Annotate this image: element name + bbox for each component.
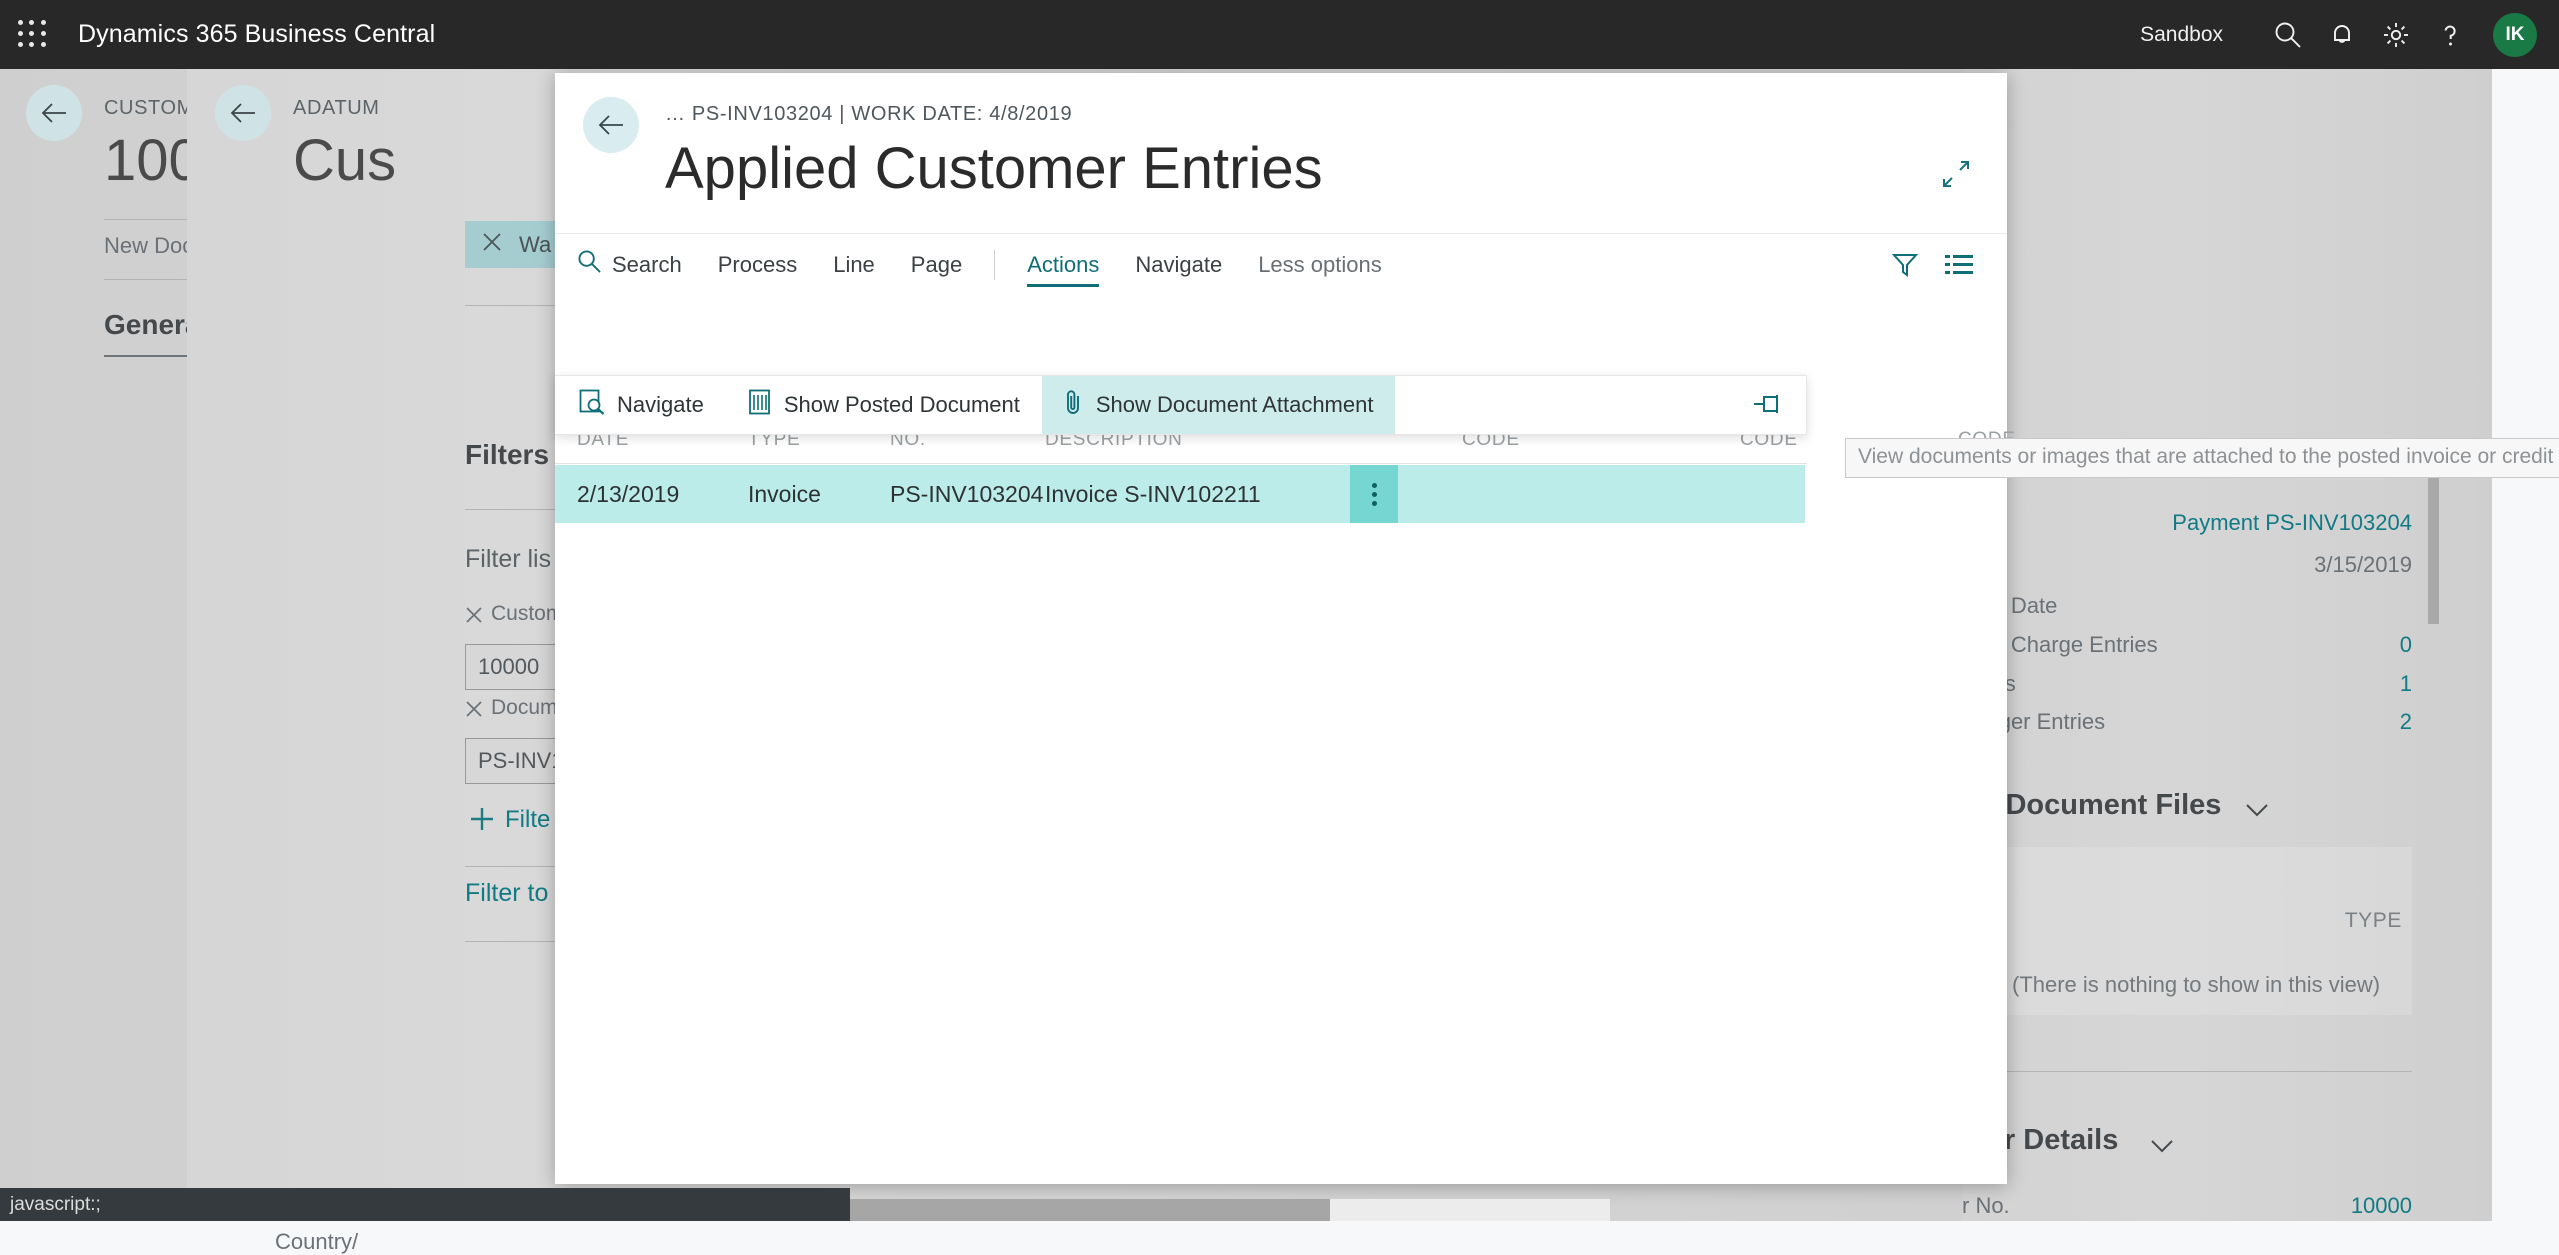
dialog-header: … PS-INV103204 | WORK DATE: 4/8/2019 App…	[555, 73, 2007, 243]
row-options-handle[interactable]	[1350, 465, 1398, 523]
tab-actions[interactable]: Actions	[1009, 234, 1117, 295]
plus-icon[interactable]	[469, 806, 495, 837]
chevron-down-icon-docs[interactable]	[2245, 803, 2269, 822]
filter-label-customer: Custom	[491, 602, 563, 626]
more-options-icon	[1372, 483, 1377, 506]
paperclip-icon	[1064, 388, 1084, 422]
cell-date: 2/13/2019	[577, 465, 679, 523]
breadcrumb-layer1: CUSTOMI	[104, 97, 200, 120]
ribbon-page[interactable]: Page	[893, 234, 980, 295]
factbox-row-value-ledger-entries[interactable]: 2	[1962, 709, 2412, 735]
factbox-row-value-entries[interactable]: 1	[1962, 671, 2412, 697]
filter-icon[interactable]	[1883, 243, 1927, 287]
expand-dialog-icon[interactable]	[1941, 159, 1971, 194]
ribbon-process[interactable]: Process	[700, 234, 815, 295]
ribbon-line[interactable]: Line	[815, 234, 893, 295]
warning-text: Wa	[519, 232, 551, 258]
grid-header-divider	[555, 463, 1807, 464]
dialog-title: Applied Customer Entries	[665, 135, 1323, 202]
table-row[interactable]: 2/13/2019 Invoice PS-INV103204 Invoice S…	[555, 465, 1805, 523]
action-show-posted-document-label: Show Posted Document	[784, 392, 1020, 418]
less-options-toggle[interactable]: Less options	[1240, 234, 1400, 295]
action-show-posted-document[interactable]: Show Posted Document	[726, 376, 1042, 434]
action-show-document-attachment[interactable]: Show Document Attachment	[1042, 376, 1396, 434]
action-show-document-attachment-label: Show Document Attachment	[1096, 392, 1374, 418]
ribbon-divider	[994, 250, 995, 280]
app-title: Dynamics 365 Business Central	[78, 20, 435, 49]
filter-totals-link[interactable]: Filter to	[465, 879, 548, 908]
global-top-navigation: Dynamics 365 Business Central Sandbox IK	[0, 0, 2559, 69]
back-button-layer1[interactable]	[26, 85, 82, 141]
docs-empty-message: (There is nothing to show in this view)	[2012, 972, 2380, 998]
tab-navigate[interactable]: Navigate	[1117, 234, 1240, 295]
search-icon[interactable]	[2261, 8, 2315, 62]
divider	[1962, 1071, 2412, 1072]
cell-type: Invoice	[748, 465, 821, 523]
avatar[interactable]: IK	[2493, 13, 2537, 57]
action-tooltip: View documents or images that are attach…	[1845, 438, 2559, 478]
horizontal-scrollbar-thumb[interactable]	[850, 1199, 1330, 1221]
bell-icon[interactable]	[2315, 8, 2369, 62]
dialog-ribbon: Search Process Line Page Actions Navigat…	[555, 233, 2007, 295]
actions-toolbar: Navigate Show Posted Document Show Docum…	[555, 375, 1807, 435]
environment-label: Sandbox	[2140, 23, 2223, 47]
document-icon	[748, 389, 772, 421]
close-icon[interactable]	[481, 231, 503, 258]
chevron-down-icon-customer[interactable]	[2150, 1139, 2174, 1158]
ribbon-search[interactable]: Search	[555, 234, 700, 295]
browser-status-bar: javascript:;	[0, 1188, 850, 1221]
breadcrumb-layer2: ADATUM	[293, 97, 380, 120]
cell-no: PS-INV103204	[890, 465, 1043, 523]
new-document-link[interactable]: New Doc	[104, 233, 193, 259]
dialog-back-button[interactable]	[583, 97, 639, 153]
ribbon-search-label: Search	[612, 252, 682, 278]
search-icon	[577, 249, 602, 280]
pin-icon	[1750, 392, 1782, 418]
pin-actions-button[interactable]	[1750, 392, 1806, 418]
filters-title: Filters	[465, 439, 549, 471]
field-label-country: Country/	[275, 1229, 358, 1255]
navigate-search-icon	[579, 389, 605, 421]
factbox-scrollbar-thumb[interactable]	[2428, 464, 2439, 624]
remove-filter-icon-1[interactable]	[465, 606, 483, 629]
factbox-row-value-fin-charge[interactable]: 0	[1962, 632, 2412, 658]
list-view-icon[interactable]	[1937, 243, 1981, 287]
docs-column-type: TYPE	[1962, 909, 2402, 933]
customer-no-value[interactable]: 10000	[1962, 1193, 2412, 1219]
factbox-row-value-document[interactable]: Payment PS-INV103204	[1962, 510, 2412, 536]
background-factbox-panel: mer Ledger Entry Details t Payment PS-IN…	[1962, 69, 2492, 1221]
page-title-layer2: Cus	[293, 127, 396, 194]
filter-list-label: Filter lis	[465, 545, 551, 574]
cell-description: Invoice S-INV102211	[1045, 465, 1261, 523]
add-filter-link[interactable]: Filte	[505, 806, 550, 834]
action-navigate-label: Navigate	[617, 392, 704, 418]
applied-customer-entries-dialog: … PS-INV103204 | WORK DATE: 4/8/2019 App…	[555, 73, 2007, 1184]
ribbon-right-icons	[1883, 243, 2007, 287]
dialog-breadcrumb: … PS-INV103204 | WORK DATE: 4/8/2019	[665, 103, 1072, 126]
app-launcher-icon[interactable]	[18, 20, 48, 50]
gear-icon[interactable]	[2369, 8, 2423, 62]
factbox-row-value-date: 3/15/2019	[1962, 552, 2412, 578]
back-button-layer2[interactable]	[215, 85, 271, 141]
topbar-right-cluster: Sandbox IK	[2140, 8, 2559, 62]
action-navigate[interactable]: Navigate	[555, 376, 726, 434]
help-icon[interactable]	[2423, 8, 2477, 62]
remove-filter-icon-2[interactable]	[465, 700, 483, 723]
